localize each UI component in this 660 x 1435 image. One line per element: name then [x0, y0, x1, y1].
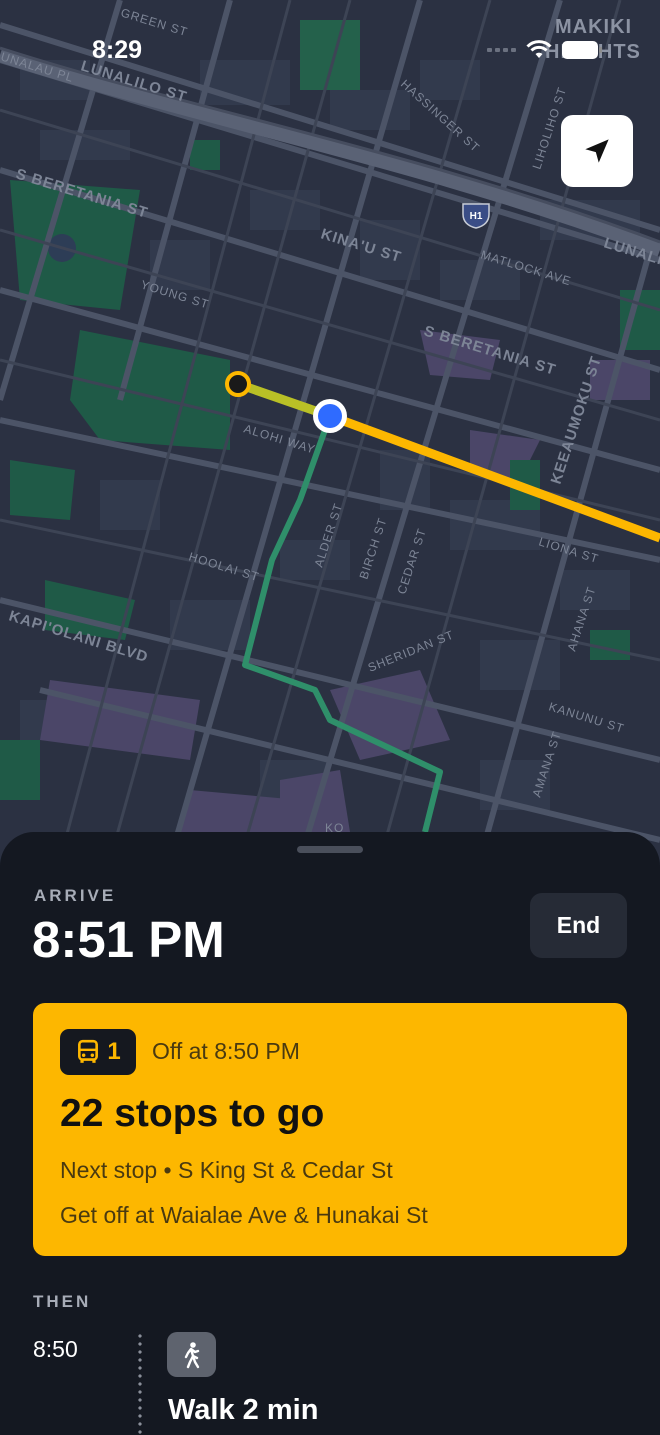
- recenter-location-button[interactable]: [561, 115, 633, 187]
- arrive-time: 8:51 PM: [32, 911, 225, 968]
- route-badge: 1: [60, 1029, 136, 1075]
- current-leg-card[interactable]: 1 Off at 8:50 PM 22 stops to go Next sto…: [33, 1003, 627, 1256]
- status-time: 8:29: [92, 36, 143, 64]
- status-icons: [487, 40, 602, 60]
- trip-bottom-sheet[interactable]: ARRIVE 8:51 PM End 1 Off at 8:50 PM 22 s…: [0, 832, 660, 1435]
- svg-text:MAKIKI: MAKIKI: [555, 16, 632, 38]
- next-step-label[interactable]: Walk 2 min: [168, 1394, 318, 1427]
- boarding-stop-marker: [225, 371, 251, 397]
- then-label: THEN: [33, 1292, 92, 1311]
- arrive-label: ARRIVE: [34, 886, 117, 905]
- off-at-time: Off at 8:50 PM: [152, 1038, 300, 1064]
- bus-icon: [78, 1039, 99, 1063]
- battery-icon: [562, 41, 602, 59]
- get-off-stop: Get off at Waialae Ave & Hunakai St: [60, 1202, 428, 1228]
- route-number: 1: [107, 1038, 121, 1065]
- timeline-dotted-line: [138, 1332, 142, 1435]
- navigation-arrow-icon: [585, 139, 609, 163]
- next-step-time: 8:50: [33, 1336, 78, 1362]
- walk-icon: [167, 1332, 216, 1377]
- svg-text:H1: H1: [470, 211, 483, 222]
- signal-icon: [487, 48, 516, 52]
- sheet-drag-handle[interactable]: [297, 846, 363, 853]
- stops-to-go: 22 stops to go: [60, 1092, 325, 1135]
- next-stop: Next stop • S King St & Cedar St: [60, 1157, 393, 1183]
- end-trip-button[interactable]: End: [530, 893, 627, 958]
- wifi-icon: [526, 40, 552, 58]
